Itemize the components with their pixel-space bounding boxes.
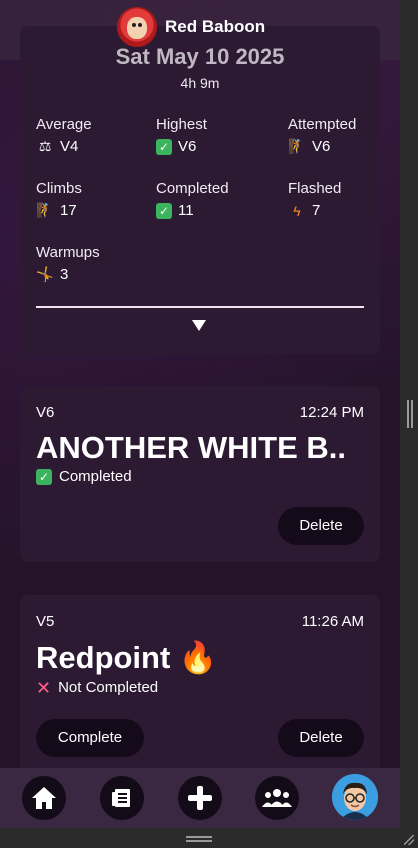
summary-divider [36,306,364,308]
climb-name: ANOTHER WHITE B.. [36,430,346,465]
brand-name: Red Baboon [165,17,266,36]
resize-corner-icon[interactable] [404,835,414,845]
window-resize-strip[interactable] [400,0,418,848]
check-box-icon: ✓ [156,138,172,155]
baboon-logo-icon [117,7,157,47]
bottom-nav [0,768,400,828]
climber-icon: 🧗 [288,138,306,154]
add-glyph [188,786,212,810]
lightning-icon: ϟ [293,202,301,219]
climb-grade: V5 [36,613,55,630]
stat-value: V4 [60,138,79,155]
cross-icon: ✕ [36,677,52,698]
stat-value: 7 [312,202,321,219]
stat-attempted: Attempted 🧗 V6 [288,116,356,155]
session-summary-card: Sat May 10 2025 4h 9m Average ⚖ V4 Highe… [20,26,380,354]
stat-value-row: ⚖ V4 [36,138,92,155]
brand-header[interactable]: Red Baboon [117,7,265,47]
journal-icon[interactable] [100,776,144,820]
logo-eye [138,23,142,27]
stat-value: V6 [312,138,331,155]
delete-button[interactable]: Delete [278,507,364,545]
stat-value-row: 🧗 V6 [288,138,356,155]
resize-handle-icon[interactable] [186,836,212,842]
community-icon[interactable] [255,776,299,820]
check-box-icon: ✓ [156,202,172,219]
app-window: Red Baboon Sat May 10 2025 4h 9m Average… [0,0,418,848]
stat-completed: Completed ✓ 11 [156,180,229,219]
session-duration: 4h 9m [180,75,220,91]
climb-grade: V6 [36,404,55,421]
stat-highest: Highest ✓ V6 [156,116,207,155]
check-box-icon: ✓ [36,468,52,485]
journal-glyph [112,789,130,807]
stat-value-row: 🧗 17 [36,202,82,219]
stat-label: Warmups [36,244,100,261]
climb-time: 11:26 AM [301,613,364,630]
stat-label: Average [36,116,92,133]
stat-label: Attempted [288,116,357,133]
stat-value-row: ✓ V6 [156,138,207,155]
complete-button[interactable]: Complete [36,719,144,757]
stat-value: V6 [178,138,197,155]
stretch-icon: 🤸 [36,266,54,282]
climb-status: ✕ Not Completed [36,677,159,698]
stat-flashed: Flashed ϟ 7 [288,180,341,219]
resize-handle-icon[interactable] [407,400,413,428]
session-date: Sat May 10 2025 [115,44,285,69]
stat-value: 3 [60,266,69,283]
climb-time: 12:24 PM [299,404,364,421]
home-glyph [32,787,56,809]
stat-value-row: 🤸 3 [36,266,100,283]
stat-value: 11 [178,202,194,219]
stat-value-row: ✓ 11 [156,202,229,219]
app-viewport: Red Baboon Sat May 10 2025 4h 9m Average… [0,0,400,828]
stat-climbs: Climbs 🧗 17 [36,180,82,219]
delete-button[interactable]: Delete [278,719,364,757]
stat-label: Climbs [36,180,82,197]
stat-value-row: ϟ 7 [288,202,341,219]
climb-status: ✓ Completed [36,468,132,485]
window-bottom-bar[interactable] [0,828,418,848]
climb-card: V5 11:26 AM Redpoint 🔥 ✕ Not Completed C… [20,595,380,775]
community-glyph [262,789,292,807]
climb-status-text: Completed [59,468,132,485]
climb-status-text: Not Completed [58,679,159,696]
profile-avatar[interactable] [332,774,378,820]
stat-label: Flashed [288,180,342,197]
home-icon[interactable] [22,776,66,820]
balance-scale-icon: ⚖ [38,138,52,154]
climb-card: V6 12:24 PM ANOTHER WHITE B.. ✓ Complete… [20,386,380,562]
stat-label: Completed [156,180,229,197]
expand-arrow-icon[interactable] [192,320,206,331]
logo-face [127,17,147,39]
logo-eye [132,23,136,27]
climb-name: Redpoint 🔥 [36,640,218,675]
stat-average: Average ⚖ V4 [36,116,92,155]
stat-label: Highest [156,116,207,133]
stat-warmups: Warmups 🤸 3 [36,244,100,283]
climber-icon: 🧗 [36,202,54,218]
stat-value: 17 [60,202,77,219]
avatar-illustration [332,774,378,820]
add-icon[interactable] [178,776,222,820]
